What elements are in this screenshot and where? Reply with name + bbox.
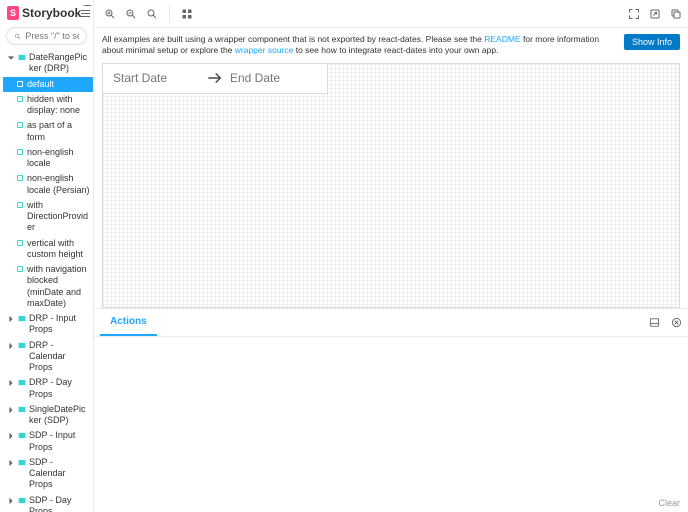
tree-group-drp-calendar[interactable]: DRP - Calendar Props bbox=[3, 338, 93, 376]
tree-group-sdp-calendar[interactable]: SDP - Calendar Props bbox=[3, 455, 93, 493]
story-default[interactable]: default bbox=[3, 77, 93, 92]
chevron-right-icon bbox=[7, 432, 15, 440]
component-icon bbox=[18, 315, 26, 322]
search-input[interactable] bbox=[25, 31, 79, 41]
logo[interactable]: S Storybook bbox=[7, 6, 81, 20]
canvas: All examples are built using a wrapper c… bbox=[94, 28, 688, 308]
chevron-right-icon bbox=[7, 315, 15, 323]
sidebar: S Storybook DateRangePicker (DRP) defaul… bbox=[0, 0, 94, 512]
info-text: All examples are built using a wrapper c… bbox=[102, 34, 618, 57]
chevron-right-icon bbox=[7, 497, 15, 505]
logo-text: Storybook bbox=[22, 6, 81, 20]
info-bar: All examples are built using a wrapper c… bbox=[102, 34, 680, 57]
component-icon bbox=[18, 432, 26, 439]
tree-group-sdp-input[interactable]: SDP - Input Props bbox=[3, 428, 93, 455]
story-direction-provider[interactable]: with DirectionProvider bbox=[3, 198, 93, 236]
story-as-part-of-form[interactable]: as part of a form bbox=[3, 118, 93, 145]
component-icon bbox=[18, 497, 26, 504]
panel-orientation-icon[interactable] bbox=[648, 317, 660, 329]
panel-body: Clear bbox=[94, 337, 688, 512]
logo-mark: S bbox=[7, 6, 19, 20]
grid-icon[interactable] bbox=[181, 8, 193, 20]
addons-panel: Actions Clear bbox=[94, 308, 688, 512]
story-tree: DateRangePicker (DRP) default hidden wit… bbox=[0, 50, 93, 512]
chevron-right-icon bbox=[7, 379, 15, 387]
chevron-right-icon bbox=[7, 406, 15, 414]
end-date-input[interactable] bbox=[230, 71, 317, 85]
chevron-right-icon bbox=[7, 342, 15, 350]
notification-dot bbox=[83, 5, 92, 6]
show-info-button[interactable]: Show Info bbox=[624, 34, 680, 50]
arrow-right-icon bbox=[206, 69, 224, 87]
toolbar-separator bbox=[169, 6, 170, 22]
fullscreen-icon[interactable] bbox=[628, 8, 640, 20]
story-hidden-display-none[interactable]: hidden with display: none bbox=[3, 92, 93, 119]
component-icon bbox=[18, 342, 26, 349]
sidebar-header: S Storybook bbox=[0, 0, 93, 25]
tree-group-sdp-day[interactable]: SDP - Day Props bbox=[3, 493, 93, 512]
open-new-tab-icon[interactable] bbox=[649, 8, 661, 20]
chevron-right-icon bbox=[7, 459, 15, 467]
tree-group-sdp[interactable]: SingleDatePicker (SDP) bbox=[3, 402, 93, 429]
chevron-down-icon bbox=[7, 54, 15, 62]
zoom-reset-icon[interactable] bbox=[146, 8, 158, 20]
main: All examples are built using a wrapper c… bbox=[94, 0, 688, 512]
search-icon bbox=[14, 32, 21, 41]
story-non-english-persian[interactable]: non-english locale (Persian) bbox=[3, 171, 93, 198]
copy-link-icon[interactable] bbox=[670, 8, 682, 20]
panel-close-icon[interactable] bbox=[670, 317, 682, 329]
menu-button[interactable] bbox=[81, 7, 90, 19]
preview-area bbox=[102, 63, 680, 308]
component-icon bbox=[18, 459, 26, 466]
search-box[interactable] bbox=[6, 27, 87, 45]
clear-button[interactable]: Clear bbox=[658, 498, 680, 508]
component-icon bbox=[18, 54, 26, 61]
date-range-picker bbox=[102, 63, 328, 94]
story-list: default hidden with display: none as par… bbox=[3, 77, 93, 312]
readme-link[interactable]: README bbox=[484, 34, 520, 44]
tree-group-drp[interactable]: DateRangePicker (DRP) bbox=[3, 50, 93, 77]
start-date-input[interactable] bbox=[113, 71, 200, 85]
toolbar bbox=[94, 0, 688, 28]
tree-group-drp-day[interactable]: DRP - Day Props bbox=[3, 375, 93, 402]
zoom-in-icon[interactable] bbox=[104, 8, 116, 20]
story-vertical-custom-height[interactable]: vertical with custom height bbox=[3, 236, 93, 263]
component-icon bbox=[18, 379, 26, 386]
wrapper-source-link[interactable]: wrapper source bbox=[235, 45, 294, 55]
zoom-out-icon[interactable] bbox=[125, 8, 137, 20]
tab-actions[interactable]: Actions bbox=[100, 309, 157, 336]
component-icon bbox=[18, 406, 26, 413]
tree-group-drp-input[interactable]: DRP - Input Props bbox=[3, 311, 93, 338]
story-non-english-locale[interactable]: non-english locale bbox=[3, 145, 93, 172]
story-navigation-blocked[interactable]: with navigation blocked (minDate and max… bbox=[3, 262, 93, 311]
panel-tabs: Actions bbox=[94, 309, 688, 337]
